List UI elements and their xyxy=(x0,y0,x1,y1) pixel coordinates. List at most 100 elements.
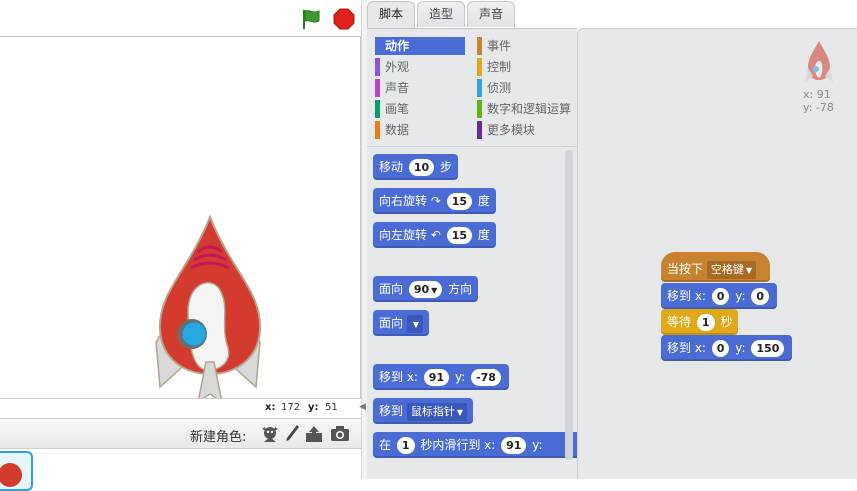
x-input[interactable]: 91 xyxy=(423,369,450,386)
x-input[interactable]: 0 xyxy=(711,340,730,357)
stage[interactable] xyxy=(0,36,361,398)
camera-icon[interactable] xyxy=(330,425,350,446)
target-value: 鼠标指针 xyxy=(410,404,455,418)
block-text: 秒 xyxy=(720,315,733,329)
tab-scripts[interactable]: 脚本 xyxy=(367,1,415,29)
target-dropdown[interactable]: 鼠标指针 ▼ xyxy=(406,402,467,421)
category-label: 数字和逻辑运算 xyxy=(487,102,572,116)
key-dropdown[interactable]: 空格键 ▼ xyxy=(706,260,756,279)
category-sound[interactable]: 声音 xyxy=(375,79,467,97)
category-label: 更多模块 xyxy=(487,123,536,137)
block-text: 当按下 xyxy=(667,262,704,276)
category-more-blocks[interactable]: 更多模块 xyxy=(477,121,569,139)
upload-icon[interactable] xyxy=(304,424,324,447)
block-text: 移动 xyxy=(379,160,404,174)
block-text: 移到 x: xyxy=(667,341,706,355)
new-sprite-label: 新建角色: xyxy=(190,430,247,445)
mouse-x-value: 172 xyxy=(281,402,301,413)
tab-costumes[interactable]: 造型 xyxy=(417,1,465,27)
sprite-x: x: 91 xyxy=(803,88,831,101)
collapse-arrow-icon[interactable]: ◀ xyxy=(359,402,366,412)
block-text: y: xyxy=(454,370,466,384)
y-input[interactable]: 0 xyxy=(751,288,770,305)
block-text: 方向 xyxy=(448,282,473,296)
category-sensing[interactable]: 侦测 xyxy=(477,79,569,97)
category-looks[interactable]: 外观 xyxy=(375,58,467,76)
block-text: 度 xyxy=(477,228,490,242)
move-steps-block[interactable]: 移动 10 步 xyxy=(373,154,458,180)
category-operators[interactable]: 数字和逻辑运算 xyxy=(477,100,577,118)
chevron-down-icon: ▼ xyxy=(431,286,438,295)
block-text: y: xyxy=(735,289,746,303)
block-text: 向左旋转 xyxy=(379,228,428,242)
block-text: 秒内滑行到 x: xyxy=(420,438,496,452)
point-towards-block[interactable]: 面向 ▼ xyxy=(373,310,429,336)
rotate-left-icon: ↶ xyxy=(430,228,441,242)
y-input[interactable]: -78 xyxy=(471,369,501,386)
block-text: 在 xyxy=(379,438,392,452)
turn-left-block[interactable]: 向左旋转 ↶ 15 度 xyxy=(373,222,496,248)
new-sprite-bar: 新建角色: xyxy=(0,418,362,449)
sprite-thumbnail[interactable] xyxy=(0,451,33,491)
block-text: 面向 xyxy=(379,316,404,330)
stop-icon[interactable] xyxy=(333,8,355,30)
wait-block[interactable]: 等待 1 秒 xyxy=(661,309,739,335)
category-label: 外观 xyxy=(385,60,410,74)
block-text: 向右旋转 xyxy=(379,194,428,208)
category-control[interactable]: 控制 xyxy=(477,58,569,76)
block-text: y: xyxy=(735,341,746,355)
block-text: 移到 xyxy=(379,404,404,418)
steps-input[interactable]: 10 xyxy=(408,159,435,176)
degrees-input[interactable]: 15 xyxy=(446,227,473,244)
category-label: 声音 xyxy=(385,81,410,95)
point-direction-block[interactable]: 面向 90 ▼ 方向 xyxy=(373,276,479,302)
block-palette: 移动 10 步 向右旋转 ↷ 15 度 向左旋转 ↶ 15 度 面向 90 ▼ 方… xyxy=(367,146,577,479)
palette-scrollbar[interactable] xyxy=(565,150,573,460)
goto-xy-block[interactable]: 移到 x: 91 y: -78 xyxy=(373,364,509,390)
x-input[interactable]: 91 xyxy=(501,437,527,454)
green-flag-icon[interactable] xyxy=(300,8,322,30)
direction-input[interactable]: 90 ▼ xyxy=(408,281,443,298)
towards-dropdown[interactable]: ▼ xyxy=(406,314,423,333)
x-input[interactable]: 0 xyxy=(711,288,730,305)
sprite-library-icon[interactable] xyxy=(260,424,280,447)
category-motion[interactable]: 动作 xyxy=(375,37,465,55)
paint-icon[interactable] xyxy=(284,424,300,447)
category-label: 事件 xyxy=(487,39,512,53)
category-events[interactable]: 事件 xyxy=(477,37,569,55)
chevron-down-icon: ▼ xyxy=(412,319,419,329)
category-data[interactable]: 数据 xyxy=(375,121,467,139)
category-label: 画笔 xyxy=(385,102,410,116)
rotate-right-icon: ↷ xyxy=(430,194,441,208)
category-label: 侦测 xyxy=(487,81,512,95)
sprite-info: x: 91 y: -78 xyxy=(803,40,843,120)
stage-toolbar xyxy=(0,0,362,36)
goto-xy-script-block[interactable]: 移到 x: 0 y: 0 xyxy=(661,283,778,309)
sprite-preview-icon xyxy=(805,41,833,82)
sprite-y: y: -78 xyxy=(803,101,834,114)
category-label: 控制 xyxy=(487,60,512,74)
seconds-input[interactable]: 1 xyxy=(696,314,715,331)
mouse-x-label: x: xyxy=(265,402,276,413)
goto-target-block[interactable]: 移到 鼠标指针 ▼ xyxy=(373,398,473,424)
block-text: 步 xyxy=(439,160,452,174)
rocket-sprite[interactable] xyxy=(148,212,268,398)
category-pen[interactable]: 画笔 xyxy=(375,100,467,118)
mouse-y-value: 51 xyxy=(325,402,338,413)
category-label: 动作 xyxy=(385,39,410,53)
degrees-input[interactable]: 15 xyxy=(446,193,473,210)
y-input[interactable]: 150 xyxy=(751,340,785,357)
seconds-input[interactable]: 1 xyxy=(396,437,415,454)
tab-sounds[interactable]: 声音 xyxy=(467,1,515,27)
editor-tabs: 脚本 造型 声音 xyxy=(367,0,577,29)
when-key-pressed-block[interactable]: 当按下 空格键 ▼ xyxy=(661,252,770,282)
direction-value: 90 xyxy=(413,283,430,296)
goto-xy-script-block[interactable]: 移到 x: 0 y: 150 xyxy=(661,335,793,361)
chevron-down-icon: ▼ xyxy=(745,265,752,275)
block-text: 移到 x: xyxy=(667,289,706,303)
block-text: 移到 x: xyxy=(379,370,418,384)
glide-block[interactable]: 在 1 秒内滑行到 x: 91 y: xyxy=(373,432,577,458)
block-text: 面向 xyxy=(379,282,404,296)
turn-right-block[interactable]: 向右旋转 ↷ 15 度 xyxy=(373,188,496,214)
block-text: 等待 xyxy=(667,315,692,329)
